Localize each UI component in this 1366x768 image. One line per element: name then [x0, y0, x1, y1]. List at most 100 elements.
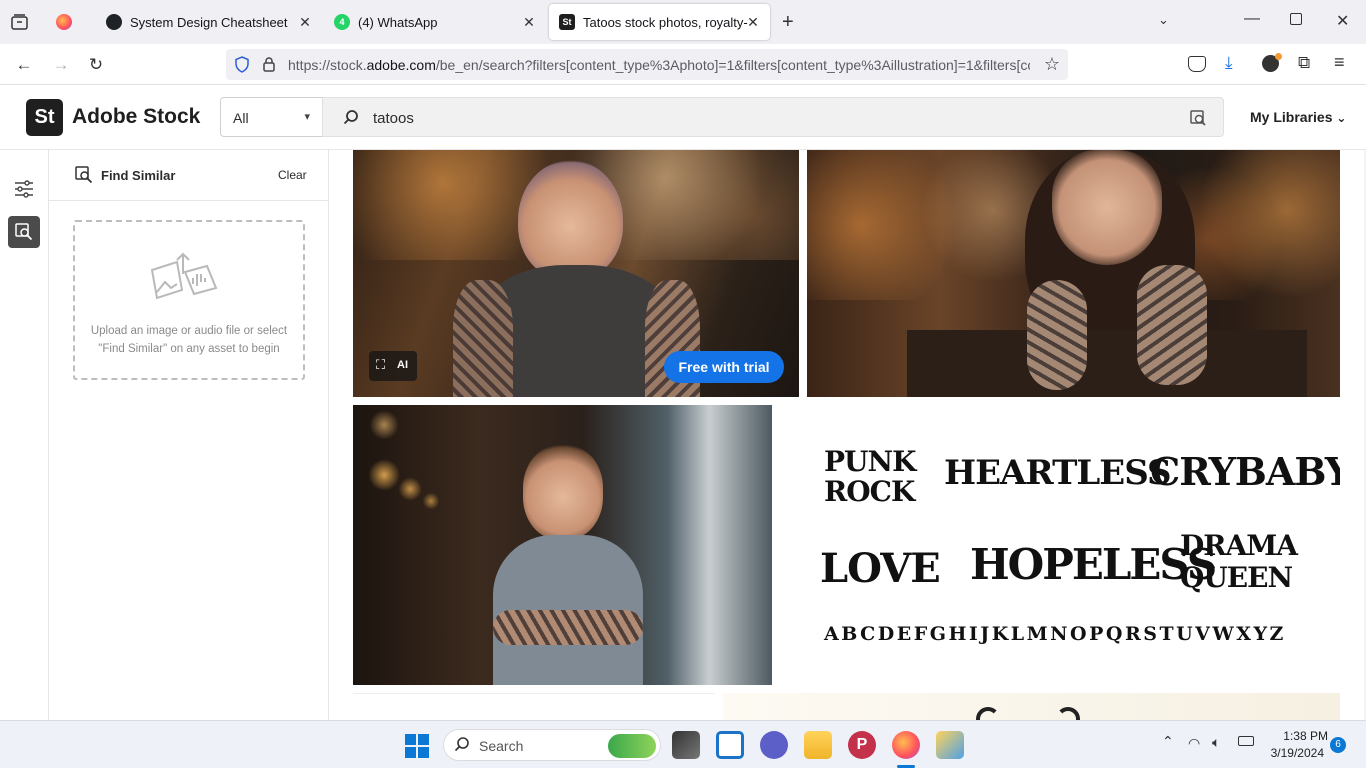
shield-icon[interactable]	[234, 56, 250, 78]
search-icon	[343, 109, 359, 130]
lettering-word: PUNK ROCK	[824, 445, 916, 508]
notification-count-badge[interactable]: 6	[1330, 737, 1346, 753]
close-tab-icon[interactable]: ✕	[744, 13, 762, 31]
search-results-grid: ⛶ AI Free with trial PUNK ROCK HEARTLESS…	[329, 150, 1366, 720]
bookmark-star-icon[interactable]: ☆	[1044, 54, 1060, 75]
my-libraries-label: My Libraries	[1250, 109, 1333, 125]
upload-line-1: Upload an image or audio file or select	[90, 325, 288, 337]
extensions-icon[interactable]: ⧉	[1298, 53, 1310, 73]
minimize-window-button[interactable]: —	[1244, 10, 1260, 28]
ai-generated-icon: ⛶	[376, 357, 386, 372]
github-icon	[106, 14, 122, 30]
result-image-arms-crossed[interactable]	[353, 405, 772, 685]
result-image-partial[interactable]	[353, 693, 715, 720]
windows-start-icon[interactable]	[405, 734, 429, 758]
url-prefix: https://stock.	[288, 57, 367, 73]
downloads-icon[interactable]: ⤓	[1225, 53, 1233, 73]
result-image-smiling-woman[interactable]: ⛶ AI Free with trial	[353, 150, 799, 397]
menu-hamburger-icon[interactable]: ≡	[1334, 52, 1345, 73]
free-with-trial-button[interactable]: Free with trial	[664, 351, 784, 383]
asset-type-value: All	[233, 110, 249, 126]
widgets-icon[interactable]	[716, 731, 744, 759]
photos-app-icon[interactable]	[936, 731, 964, 759]
taskbar-search-placeholder: Search	[479, 738, 524, 754]
search-input[interactable]: tatoos	[322, 97, 1224, 137]
find-similar-panel: Find Similar Clear Upload an image or au…	[49, 150, 329, 720]
lettering-word: HOPELESS	[970, 540, 1217, 589]
restore-window-button[interactable]	[1290, 13, 1302, 25]
wifi-icon[interactable]: ◠	[1188, 735, 1200, 752]
search-query-text: tatoos	[373, 110, 414, 127]
lettering-word: HEARTLESS	[944, 453, 1172, 493]
my-libraries-menu[interactable]: My Libraries ⌄	[1250, 109, 1346, 125]
close-tab-icon[interactable]: ✕	[520, 13, 538, 31]
upload-line-2: "Find Similar" on any asset to begin	[98, 343, 280, 355]
account-badge	[1275, 53, 1282, 60]
battery-icon[interactable]	[1238, 736, 1254, 746]
adobe-stock-icon: St	[559, 14, 575, 30]
firefox-taskbar-icon[interactable]	[892, 731, 920, 759]
search-icon	[454, 736, 470, 757]
clock-time[interactable]: 1:38 PM	[1266, 729, 1328, 743]
taskbar-search-box[interactable]: Search	[443, 729, 661, 761]
firefox-icon	[56, 14, 72, 30]
adobe-stock-header: St Adobe Stock All ▾ tatoos My Libraries…	[0, 85, 1366, 150]
whatsapp-icon: 4	[334, 14, 350, 30]
tab-adobe-stock[interactable]: St Tatoos stock photos, royalty-free ✕	[549, 4, 770, 40]
browser-tab-bar: System Design Cheatsheet ✕ 4 (4) WhatsAp…	[0, 0, 1366, 44]
asset-type-dropdown[interactable]: All ▾	[220, 97, 323, 137]
app-p-icon[interactable]: P	[848, 731, 876, 759]
filters-icon[interactable]	[14, 180, 34, 203]
windows-taskbar: Search P ⌃ ◠ 🔈︎ 1:38 PM 3/19/2024 6	[0, 720, 1366, 768]
tab-title: Tatoos stock photos, royalty-free	[583, 14, 748, 30]
chevron-down-icon: ⌄	[1336, 111, 1347, 125]
back-arrow-icon[interactable]: ←	[11, 52, 37, 78]
url-text[interactable]: https://stock.adobe.com/be_en/search?fil…	[288, 57, 1030, 73]
search-highlight-frog-icon	[608, 734, 656, 758]
tab-title: System Design Cheatsheet	[130, 14, 288, 30]
volume-icon[interactable]: 🔈︎	[1212, 734, 1220, 751]
reload-icon[interactable]: ↻	[83, 52, 109, 78]
find-similar-header: Find Similar Clear	[49, 150, 329, 201]
tab-title: (4) WhatsApp	[358, 14, 438, 30]
close-tab-icon[interactable]: ✕	[296, 13, 314, 31]
teams-chat-icon[interactable]	[760, 731, 788, 759]
clear-button[interactable]: Clear	[278, 168, 307, 182]
upload-drop-zone[interactable]: Upload an image or audio file or select "…	[73, 220, 305, 380]
find-similar-title: Find Similar	[101, 168, 176, 183]
lettering-word: LOVE	[820, 545, 941, 592]
navigation-toolbar: ← → ↻ https://stock.adobe.com/be_en/sear…	[0, 44, 1366, 85]
upload-image-audio-icon	[149, 250, 219, 307]
tab-firefox[interactable]	[46, 4, 86, 40]
close-window-button[interactable]: ✕	[1336, 11, 1349, 31]
find-similar-tool-button[interactable]	[8, 216, 40, 248]
tab-overview-icon[interactable]	[10, 13, 30, 31]
result-image-woman-at-bar[interactable]	[807, 150, 1340, 397]
address-bar[interactable]: https://stock.adobe.com/be_en/search?fil…	[226, 49, 1068, 80]
pocket-icon[interactable]	[1188, 56, 1206, 72]
url-domain: adobe.com	[366, 57, 436, 73]
find-similar-icon	[75, 166, 93, 189]
lettering-word: CRYBABY	[1150, 449, 1340, 494]
upload-instructions: Upload an image or audio file or select "…	[85, 322, 293, 358]
chevron-up-icon[interactable]: ⌃	[1162, 733, 1174, 750]
tab-system-design[interactable]: System Design Cheatsheet ✕	[96, 4, 322, 40]
visual-search-icon[interactable]	[1189, 109, 1207, 132]
forward-arrow-icon[interactable]: →	[48, 52, 74, 78]
chevron-down-icon: ▾	[304, 111, 310, 123]
result-image-partial[interactable]	[723, 693, 1340, 720]
clock-date[interactable]: 3/19/2024	[1266, 746, 1324, 760]
url-path: /be_en/search?filters[content_type%3Apho…	[435, 57, 1030, 73]
adobe-stock-logo[interactable]: St	[26, 99, 63, 136]
result-image-gothic-lettering[interactable]: PUNK ROCK HEARTLESS CRYBABY LOVE HOPELES…	[780, 405, 1340, 685]
ai-badge-label: AI	[397, 359, 408, 371]
task-view-icon[interactable]	[672, 731, 700, 759]
list-tabs-chevron-icon[interactable]: ⌄	[1158, 12, 1169, 28]
new-tab-button[interactable]: +	[782, 11, 794, 34]
lock-icon[interactable]	[262, 56, 276, 78]
brand-name[interactable]: Adobe Stock	[72, 105, 200, 129]
file-explorer-icon[interactable]	[804, 731, 832, 759]
tab-whatsapp[interactable]: 4 (4) WhatsApp ✕	[324, 4, 546, 40]
left-tool-rail	[0, 150, 49, 720]
ai-badge: ⛶ AI	[369, 351, 417, 381]
